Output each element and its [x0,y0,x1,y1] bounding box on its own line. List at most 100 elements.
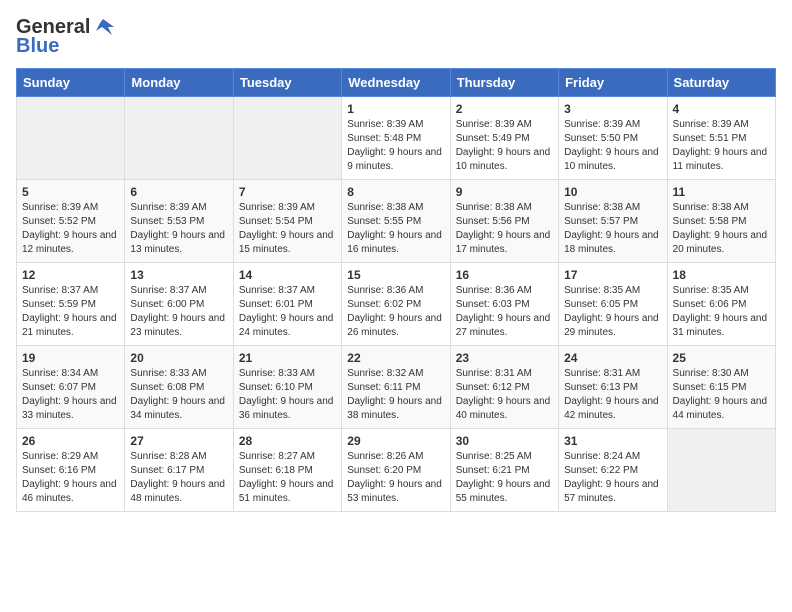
day-info-text: Sunset: 5:49 PM [456,132,553,146]
day-info-text: Sunset: 6:01 PM [239,298,336,312]
logo-bird-icon [92,17,114,39]
day-info-text: Sunset: 6:10 PM [239,381,336,395]
day-info-text: Daylight: 9 hours and 31 minutes. [673,312,770,340]
day-info-text: Sunrise: 8:39 AM [564,118,661,132]
day-info-text: Sunrise: 8:39 AM [22,201,119,215]
day-info-text: Sunset: 6:16 PM [22,464,119,478]
day-info-text: Daylight: 9 hours and 38 minutes. [347,395,444,423]
day-info-text: Sunset: 5:53 PM [130,215,227,229]
calendar-header: SundayMondayTuesdayWednesdayThursdayFrid… [17,69,776,97]
day-info-text: Sunrise: 8:27 AM [239,450,336,464]
days-of-week-row: SundayMondayTuesdayWednesdayThursdayFrid… [17,69,776,97]
day-info-text: Sunset: 6:07 PM [22,381,119,395]
day-number: 22 [347,351,444,365]
day-info-text: Sunset: 6:08 PM [130,381,227,395]
day-info-text: Sunrise: 8:35 AM [673,284,770,298]
day-number: 6 [130,185,227,199]
day-info-text: Sunrise: 8:32 AM [347,367,444,381]
day-info-text: Daylight: 9 hours and 46 minutes. [22,478,119,506]
day-info-text: Daylight: 9 hours and 16 minutes. [347,229,444,257]
day-info-text: Daylight: 9 hours and 9 minutes. [347,146,444,174]
calendar-day-cell: 1Sunrise: 8:39 AMSunset: 5:48 PMDaylight… [342,97,450,180]
day-info-text: Sunrise: 8:24 AM [564,450,661,464]
day-info-text: Daylight: 9 hours and 36 minutes. [239,395,336,423]
day-number: 23 [456,351,553,365]
day-number: 16 [456,268,553,282]
calendar-day-cell [125,97,233,180]
day-info-text: Daylight: 9 hours and 23 minutes. [130,312,227,340]
day-number: 13 [130,268,227,282]
day-info-text: Daylight: 9 hours and 29 minutes. [564,312,661,340]
day-info-text: Sunset: 5:54 PM [239,215,336,229]
day-number: 11 [673,185,770,199]
day-info-text: Sunset: 6:15 PM [673,381,770,395]
calendar-day-cell: 23Sunrise: 8:31 AMSunset: 6:12 PMDayligh… [450,346,558,429]
calendar-day-cell: 27Sunrise: 8:28 AMSunset: 6:17 PMDayligh… [125,429,233,512]
calendar-day-cell: 28Sunrise: 8:27 AMSunset: 6:18 PMDayligh… [233,429,341,512]
day-info-text: Daylight: 9 hours and 12 minutes. [22,229,119,257]
day-number: 17 [564,268,661,282]
calendar-day-cell: 22Sunrise: 8:32 AMSunset: 6:11 PMDayligh… [342,346,450,429]
calendar-day-cell: 15Sunrise: 8:36 AMSunset: 6:02 PMDayligh… [342,263,450,346]
day-info-text: Sunrise: 8:36 AM [347,284,444,298]
page-header: General Blue [16,16,776,58]
calendar-day-cell: 7Sunrise: 8:39 AMSunset: 5:54 PMDaylight… [233,180,341,263]
day-info-text: Sunset: 6:03 PM [456,298,553,312]
day-number: 29 [347,434,444,448]
logo-blue-text: Blue [16,35,59,58]
day-of-week-header: Friday [559,69,667,97]
day-info-text: Sunrise: 8:28 AM [130,450,227,464]
day-of-week-header: Wednesday [342,69,450,97]
day-info-text: Daylight: 9 hours and 11 minutes. [673,146,770,174]
day-info-text: Daylight: 9 hours and 18 minutes. [564,229,661,257]
day-number: 24 [564,351,661,365]
calendar-day-cell: 21Sunrise: 8:33 AMSunset: 6:10 PMDayligh… [233,346,341,429]
day-number: 3 [564,102,661,116]
day-info-text: Daylight: 9 hours and 21 minutes. [22,312,119,340]
calendar-day-cell: 9Sunrise: 8:38 AMSunset: 5:56 PMDaylight… [450,180,558,263]
calendar-day-cell: 11Sunrise: 8:38 AMSunset: 5:58 PMDayligh… [667,180,775,263]
day-info-text: Sunset: 6:06 PM [673,298,770,312]
calendar-day-cell: 13Sunrise: 8:37 AMSunset: 6:00 PMDayligh… [125,263,233,346]
calendar-day-cell: 18 Sunrise: 8:35 AMSunset: 6:06 PMDayligh… [667,263,775,346]
calendar-body: 1Sunrise: 8:39 AMSunset: 5:48 PMDaylight… [17,97,776,512]
day-number: 28 [239,434,336,448]
day-number: 26 [22,434,119,448]
day-info-text: Sunset: 6:05 PM [564,298,661,312]
day-info-text: Sunset: 6:18 PM [239,464,336,478]
day-info-text: Daylight: 9 hours and 55 minutes. [456,478,553,506]
calendar-day-cell: 3Sunrise: 8:39 AMSunset: 5:50 PMDaylight… [559,97,667,180]
calendar-day-cell: 6Sunrise: 8:39 AMSunset: 5:53 PMDaylight… [125,180,233,263]
day-info-text: Sunset: 5:59 PM [22,298,119,312]
day-number: 14 [239,268,336,282]
day-info-text: Sunrise: 8:36 AM [456,284,553,298]
day-info-text: Sunrise: 8:39 AM [347,118,444,132]
day-info-text: Sunset: 5:56 PM [456,215,553,229]
day-info-text: Sunset: 5:52 PM [22,215,119,229]
day-info-text: Sunrise: 8:39 AM [456,118,553,132]
day-info-text: Sunrise: 8:31 AM [456,367,553,381]
calendar-day-cell: 25Sunrise: 8:30 AMSunset: 6:15 PMDayligh… [667,346,775,429]
day-of-week-header: Saturday [667,69,775,97]
day-info-text: Sunset: 6:20 PM [347,464,444,478]
calendar-day-cell [17,97,125,180]
day-of-week-header: Thursday [450,69,558,97]
calendar-week-row: 5Sunrise: 8:39 AMSunset: 5:52 PMDaylight… [17,180,776,263]
day-info-text: Sunset: 6:02 PM [347,298,444,312]
day-number: 18 [673,268,770,282]
calendar-day-cell: 2Sunrise: 8:39 AMSunset: 5:49 PMDaylight… [450,97,558,180]
calendar-week-row: 1Sunrise: 8:39 AMSunset: 5:48 PMDaylight… [17,97,776,180]
calendar-day-cell: 14Sunrise: 8:37 AMSunset: 6:01 PMDayligh… [233,263,341,346]
day-info-text: Daylight: 9 hours and 42 minutes. [564,395,661,423]
day-info-text: Sunset: 6:12 PM [456,381,553,395]
day-number: 5 [22,185,119,199]
day-info-text: Sunrise: 8:37 AM [239,284,336,298]
calendar-day-cell: 30Sunrise: 8:25 AMSunset: 6:21 PMDayligh… [450,429,558,512]
day-info-text: Sunrise: 8:33 AM [239,367,336,381]
calendar-day-cell: 8Sunrise: 8:38 AMSunset: 5:55 PMDaylight… [342,180,450,263]
day-info-text: Daylight: 9 hours and 10 minutes. [456,146,553,174]
day-info-text: Sunrise: 8:37 AM [130,284,227,298]
day-number: 30 [456,434,553,448]
day-info-text: Sunrise: 8:29 AM [22,450,119,464]
day-of-week-header: Monday [125,69,233,97]
